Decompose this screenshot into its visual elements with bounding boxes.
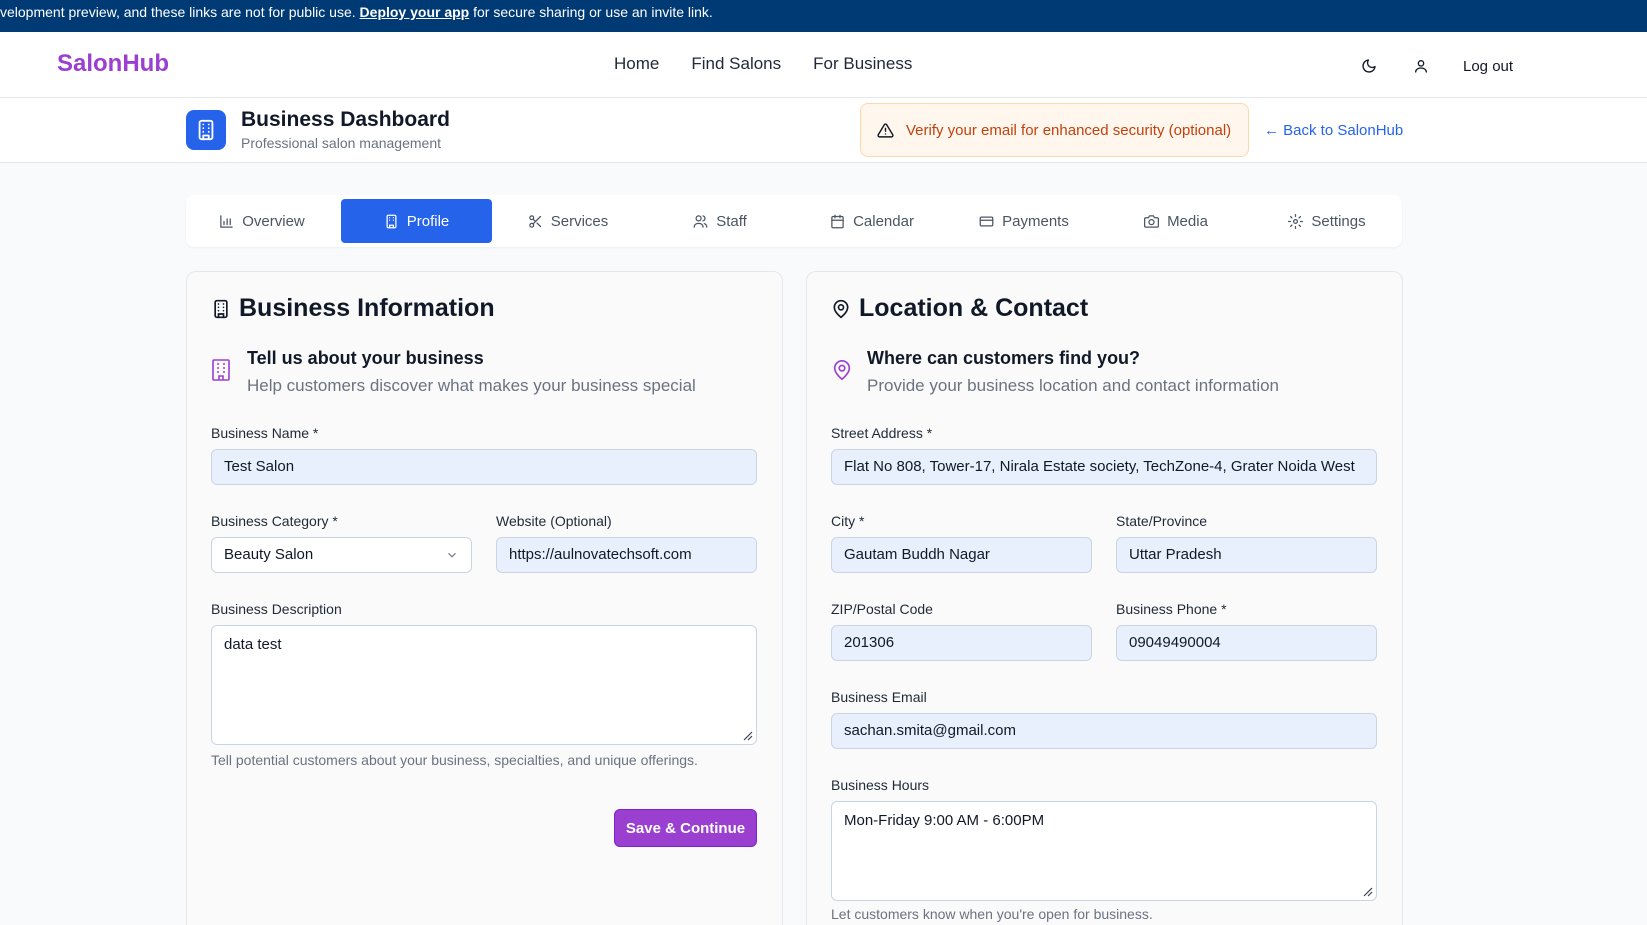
tab-staff[interactable]: Staff [644,199,796,243]
warning-icon [877,122,894,138]
building-icon [214,299,228,318]
website-label: Website (Optional) [496,513,612,529]
gear-icon [1288,213,1304,229]
location-intro-heading: Where can customers find you? [867,348,1141,368]
business-category-select[interactable]: Beauty Salon [211,537,472,573]
city-label: City * [831,513,865,529]
scissors-icon [528,214,541,228]
website-input[interactable]: https://aulnovatechsoft.com [496,537,757,573]
business-name-input[interactable]: Test Salon [211,449,757,485]
credit-card-icon [979,216,994,226]
tab-payments[interactable]: Payments [948,199,1100,243]
building-icon [386,214,397,228]
location-intro-text: Provide your business location and conta… [867,376,1280,395]
user-icon [1415,60,1427,73]
tab-media[interactable]: Media [1100,199,1252,243]
state-input[interactable]: Uttar Pradesh [1116,537,1377,573]
tab-label: Settings [1311,212,1366,230]
business-phone-input[interactable]: 09049490004 [1116,625,1377,661]
business-hours-label: Business Hours [831,777,930,793]
location-contact-title: Location & Contact [831,294,1088,323]
bar-chart-icon [220,214,233,228]
back-to-salonhub-link[interactable]: ← Back to SalonHub [1264,122,1403,139]
business-category-value: Beauty Salon [224,546,314,563]
salonhub-logo[interactable]: SalonHub [57,50,169,78]
business-description-textarea[interactable]: data test [211,625,757,745]
business-description-value: data test [224,636,282,653]
dark-mode-toggle-button[interactable] [1355,52,1383,80]
tab-label: Payments [1002,212,1069,230]
tab-label: Services [550,212,609,230]
location-contact-card: Location & Contact Where can customers f… [806,271,1403,925]
dashboard-logo [186,110,226,150]
resize-handle-icon[interactable] [1363,887,1373,897]
business-email-input[interactable]: sachan.smita@gmail.com [831,713,1377,749]
users-icon [693,214,708,228]
dashboard-subtitle: Professional salon management [241,135,442,151]
tab-profile[interactable]: Profile [341,199,492,243]
business-description-label: Business Description [211,601,342,617]
business-phone-label: Business Phone * [1116,601,1227,617]
tab-services[interactable]: Services [492,199,644,243]
street-address-label: Street Address * [831,425,933,441]
business-information-card: Business Information Tell us about your … [186,271,783,925]
logout-button[interactable]: Log out [1463,58,1513,75]
nav-home-link[interactable]: Home [614,54,659,74]
card-title-text: Business Information [239,294,495,322]
dashboard-title: Business Dashboard [241,108,450,131]
top-navigation: SalonHub Home Find Salons For Business L… [0,32,1647,98]
profile-button[interactable] [1407,52,1435,80]
resize-handle-icon[interactable] [743,731,753,741]
zip-label: ZIP/Postal Code [831,601,933,617]
tab-label: Staff [716,212,747,230]
tab-overview[interactable]: Overview [186,199,338,243]
calendar-icon [831,214,844,228]
business-information-title: Business Information [211,294,495,323]
save-continue-button[interactable]: Save & Continue [614,809,757,847]
business-hours-value: Mon-Friday 9:00 AM - 6:00PM [844,812,1045,829]
business-hours-textarea[interactable]: Mon-Friday 9:00 AM - 6:00PM [831,801,1377,901]
chevron-down-icon [448,552,456,558]
tab-label: Calendar [853,212,914,230]
office-building-icon [212,359,230,381]
dashboard-header: Business Dashboard Professional salon ma… [0,98,1647,163]
map-pin-icon [833,360,851,381]
banner-text: velopment preview, and these links are n… [0,4,360,20]
business-intro-heading: Tell us about your business [247,348,484,368]
business-intro-text: Help customers discover what makes your … [247,376,696,395]
business-email-label: Business Email [831,689,927,705]
business-description-help: Tell potential customers about your busi… [211,752,698,768]
zip-input[interactable]: 201306 [831,625,1092,661]
card-title-text: Location & Contact [859,294,1089,322]
main-nav-links: Home Find Salons For Business [614,54,912,74]
city-input[interactable]: Gautam Buddh Nagar [831,537,1092,573]
street-address-input[interactable]: Flat No 808, Tower-17, Nirala Estate soc… [831,449,1377,485]
tab-calendar[interactable]: Calendar [796,199,948,243]
banner-text-after: for secure sharing or use an invite link… [469,4,713,20]
verify-email-text: Verify your email for enhanced security … [906,121,1232,139]
nav-actions: Log out [1355,52,1513,80]
verify-email-notice[interactable]: Verify your email for enhanced security … [860,103,1249,157]
tab-settings[interactable]: Settings [1252,199,1402,243]
deploy-app-link[interactable]: Deploy your app [360,4,470,20]
dev-preview-banner: velopment preview, and these links are n… [0,0,1647,32]
dashboard-tabs: Overview Profile Services Staff Calendar… [186,195,1402,247]
moon-icon [1362,59,1376,73]
nav-for-business-link[interactable]: For Business [813,54,912,74]
tab-label: Profile [406,212,450,230]
business-name-label: Business Name * [211,425,319,441]
camera-icon [1144,214,1160,228]
business-hours-help: Let customers know when you're open for … [831,906,1153,922]
building-icon [198,119,214,141]
tab-label: Media [1167,212,1208,230]
map-pin-icon [833,299,849,318]
business-category-label: Business Category * [211,513,338,529]
nav-find-salons-link[interactable]: Find Salons [691,54,781,74]
state-label: State/Province [1116,513,1208,529]
tab-label: Overview [242,212,305,230]
